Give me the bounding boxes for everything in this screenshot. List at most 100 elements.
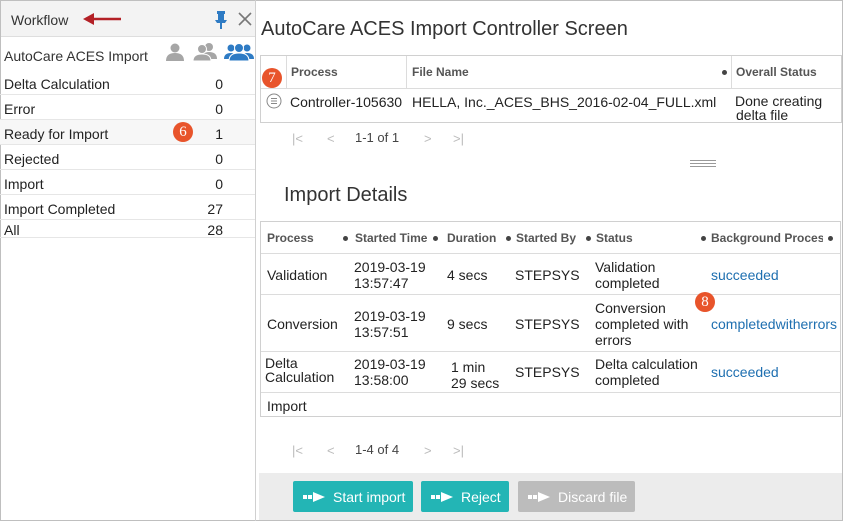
background-process-link[interactable]: completedwitherrors [711,316,837,332]
column-header-process[interactable]: Process [291,65,338,79]
divider [731,56,732,88]
column-menu-icon[interactable] [722,70,727,75]
background-process-link[interactable]: succeeded [711,267,779,283]
button-label: Reject [461,489,501,505]
action-bar: Start import Reject Discard file [259,473,842,520]
row-menu-icon[interactable] [266,93,282,112]
process-cell: Validation [267,267,328,283]
status-text: completed [595,275,660,291]
file-name-cell: HELLA, Inc._ACES_BHS_2016-02-04_FULL.xml [412,94,717,110]
status-text: completed [595,372,660,388]
workflow-header: Workflow [1,1,255,37]
close-icon[interactable] [237,11,253,30]
last-page-icon[interactable]: >| [453,131,464,146]
prev-page-icon[interactable]: < [327,443,335,458]
column-menu-icon[interactable] [701,236,706,241]
column-menu-icon[interactable] [586,236,591,241]
callout-7: 7 [262,68,282,88]
process-cell[interactable]: Controller-105630 [290,94,402,110]
state-count: 1 [215,126,223,142]
started-by-cell: STEPSYS [515,316,580,332]
state-count: 27 [207,201,223,217]
divider [261,294,840,295]
column-header-started-by[interactable]: Started By [516,231,576,245]
status-cell: Delta calculation completed [595,356,698,388]
time-text: 13:57:51 [354,324,409,340]
started-by-cell: STEPSYS [515,364,580,380]
status-cell: Done creating delta file [735,94,822,122]
state-ready-for-import[interactable]: Ready for Import 1 [0,120,255,145]
column-header-status[interactable]: Status [596,231,633,245]
status-text: Conversion [595,300,666,316]
state-count: 0 [215,176,223,192]
state-delta-calculation[interactable]: Delta Calculation 0 [0,70,255,95]
process-cell: Import [267,398,307,414]
started-time-cell: 2019-03-19 13:58:00 [354,356,426,388]
state-error[interactable]: Error 0 [0,95,255,120]
status-text: completed with [595,316,689,332]
column-menu-icon[interactable] [828,236,833,241]
state-label: Rejected [4,151,60,167]
duration-text: 1 min [451,359,486,375]
page-title: AutoCare ACES Import Controller Screen [261,18,628,40]
pin-icon[interactable] [213,10,229,33]
state-count: 0 [215,76,223,92]
duration-cell: 4 secs [447,267,488,283]
date-text: 2019-03-19 [354,259,426,275]
start-import-button[interactable]: Start import [293,481,413,512]
state-label: Import [4,176,44,192]
time-text: 13:58:00 [354,372,409,388]
state-count: 28 [207,222,223,238]
background-process-link[interactable]: succeeded [711,364,779,380]
column-header-duration[interactable]: Duration [447,231,496,245]
process-cell: Conversion [267,316,338,332]
column-menu-icon[interactable] [506,236,511,241]
next-page-icon[interactable]: > [424,131,432,146]
state-import-completed[interactable]: Import Completed 27 [0,195,255,220]
status-cell: Conversion completed with errors [595,300,688,348]
column-menu-icon[interactable] [433,236,438,241]
user-icon[interactable] [165,42,185,65]
first-page-icon[interactable]: |< [292,443,303,458]
divider [261,88,841,89]
started-by-cell: STEPSYS [515,267,580,283]
state-all[interactable]: All 28 [0,220,255,238]
arrow-right-icon [431,490,455,507]
column-header-process[interactable]: Process [267,231,314,245]
state-label: Import Completed [4,201,116,217]
section-title: Import Details [284,184,408,206]
reject-button[interactable]: Reject [421,481,509,512]
users-icon[interactable] [192,42,219,65]
workflow-subheader: AutoCare ACES Import [0,38,255,70]
first-page-icon[interactable]: |< [292,131,303,146]
user-group-icon[interactable] [224,42,254,65]
state-label: Error [4,101,36,117]
divider [286,56,287,88]
state-rejected[interactable]: Rejected 0 [0,145,255,170]
status-text: errors [595,332,632,348]
workflow-sidebar: Workflow AutoCare ACES Import Delta Calc… [0,0,256,521]
arrow-right-icon [528,490,552,507]
status-text: delta file [736,107,789,123]
started-time-cell: 2019-03-19 13:57:51 [354,308,426,340]
workflow-state-list: Delta Calculation 0 Error 0 Ready for Im… [0,70,255,238]
column-header-overall-status[interactable]: Overall Status [736,65,817,79]
last-page-icon[interactable]: >| [453,443,464,458]
resize-handle[interactable] [690,160,716,169]
callout-8: 8 [695,292,715,312]
date-text: 2019-03-19 [354,308,426,324]
workflow-title: Workflow [11,12,69,28]
column-header-started-time[interactable]: Started Time [355,231,427,245]
callout-6: 6 [173,122,193,142]
prev-page-icon[interactable]: < [327,131,335,146]
column-header-file-name[interactable]: File Name [412,65,469,79]
next-page-icon[interactable]: > [424,443,432,458]
state-import[interactable]: Import 0 [0,170,255,195]
pager-range: 1-1 of 1 [355,130,400,145]
discard-file-button[interactable]: Discard file [518,481,635,512]
duration-text: 29 secs [451,375,500,391]
state-count: 0 [215,101,223,117]
status-cell: Validation completed [595,259,660,291]
column-menu-icon[interactable] [343,236,348,241]
column-header-background-process[interactable]: Background Proces [711,231,823,245]
